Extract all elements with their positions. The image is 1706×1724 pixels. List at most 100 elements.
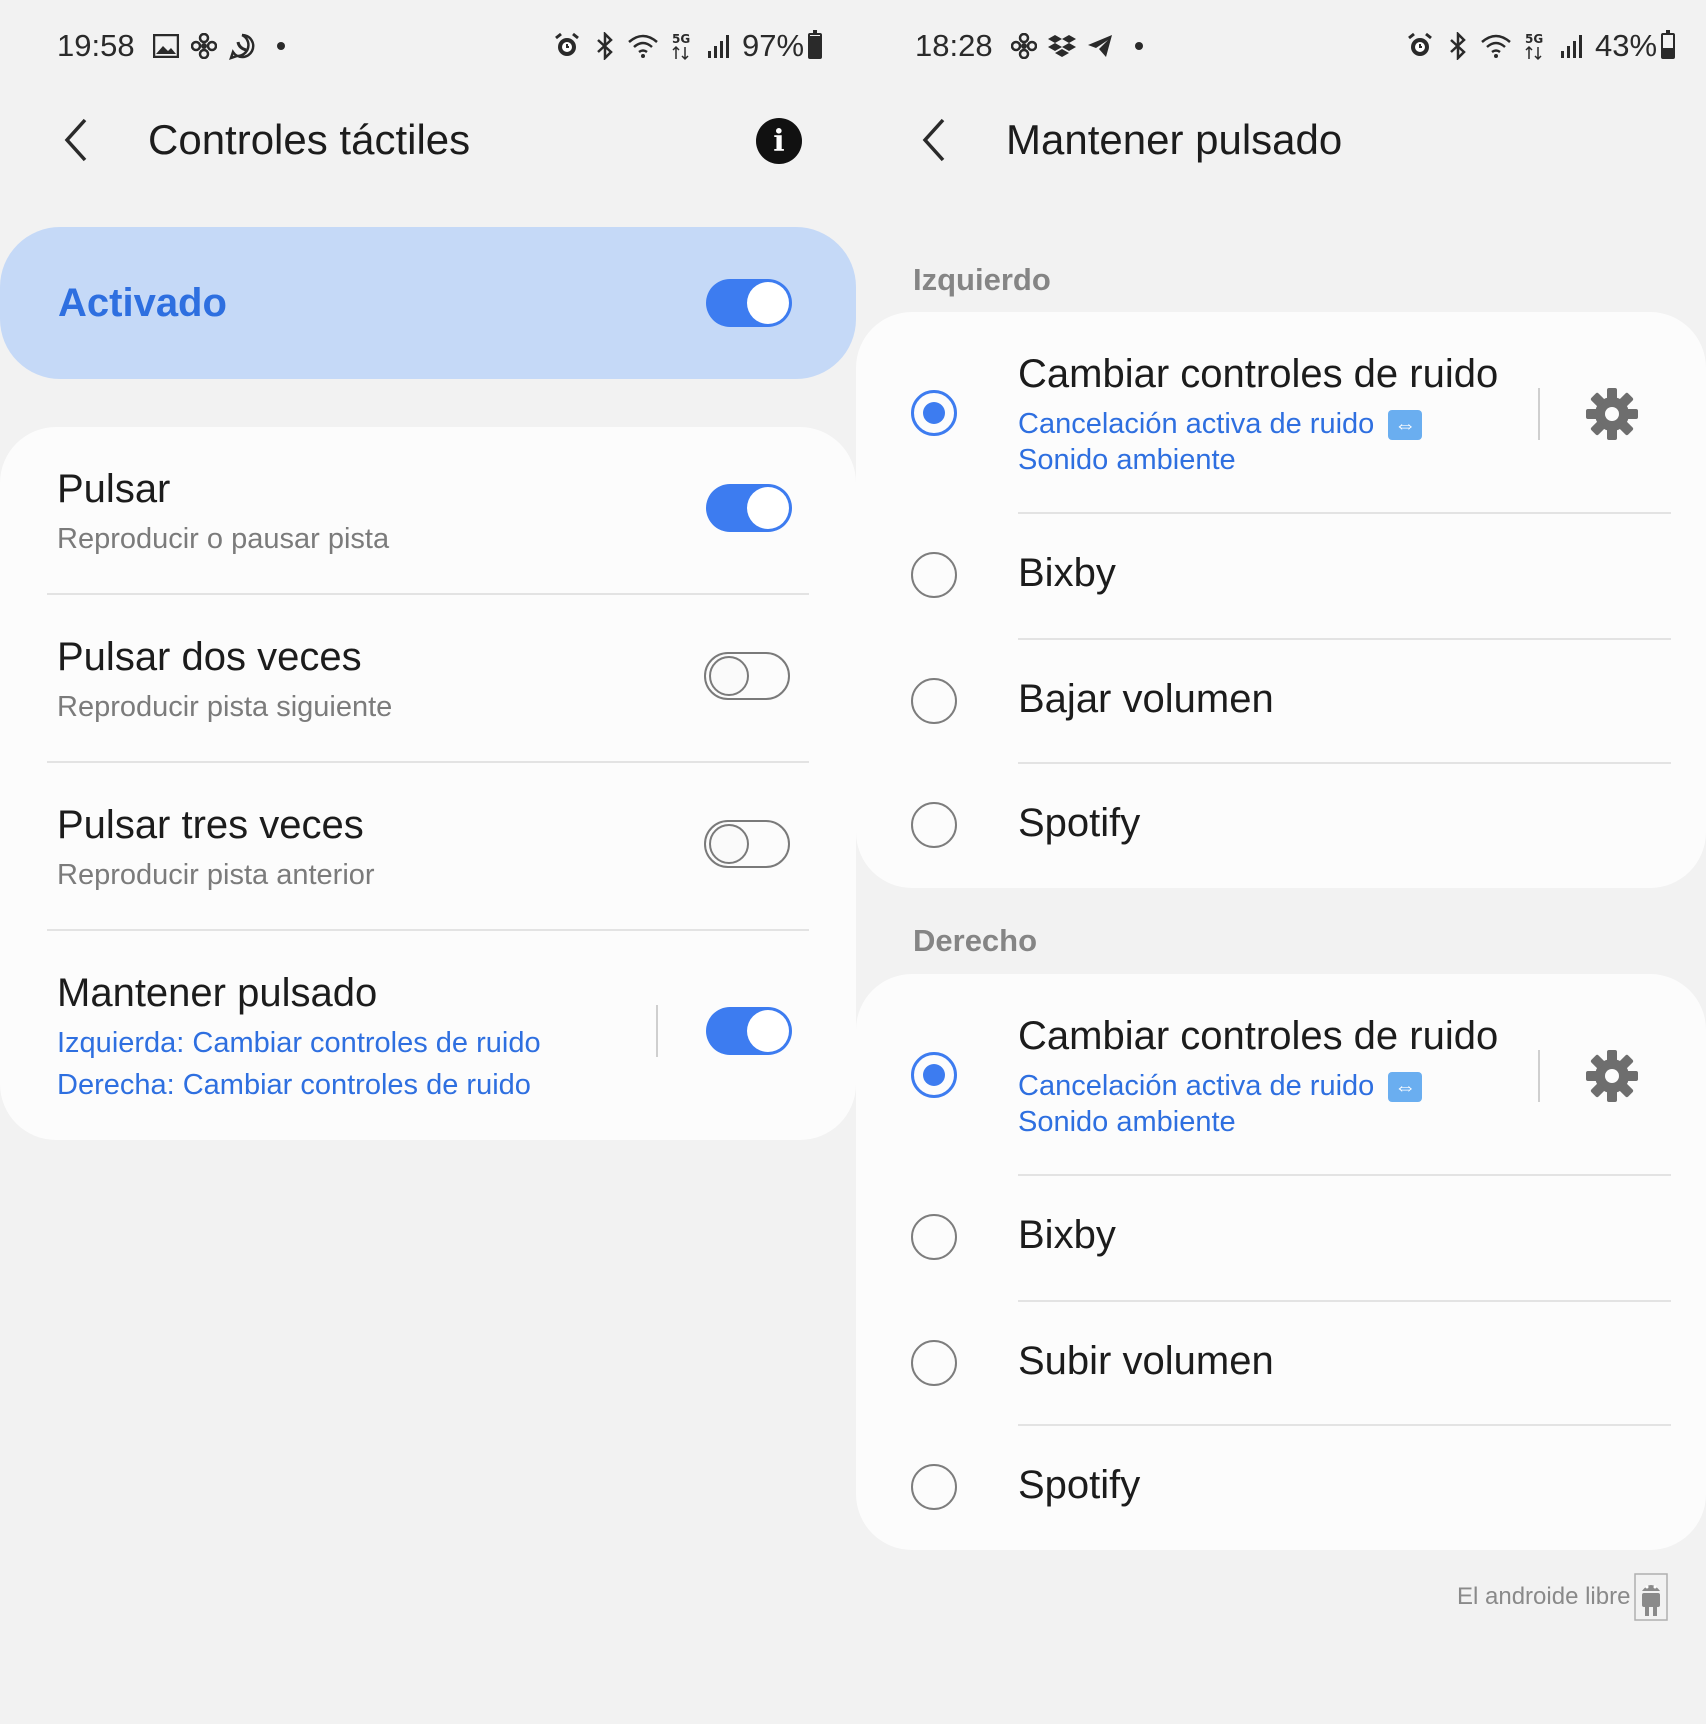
signal-icon (1555, 29, 1589, 63)
item-title: Pulsar dos veces (57, 635, 362, 679)
bluetooth-icon (1441, 29, 1475, 63)
option-sub1: Cancelación activa de ruido (1018, 1070, 1375, 1102)
battery-icon (808, 30, 823, 59)
back-button[interactable] (914, 115, 954, 165)
radio-button[interactable] (911, 678, 957, 724)
item-subtitle: Reproducir pista anterior (57, 859, 375, 891)
radio-button[interactable] (911, 802, 957, 848)
chevron-left-icon (64, 118, 87, 162)
radio-button[interactable] (911, 1464, 957, 1510)
back-button[interactable] (56, 115, 96, 165)
left-screen: 19:58 5G 97% Controles táctiles i Activa… (0, 0, 856, 1724)
gear-icon[interactable] (1584, 386, 1640, 442)
options-card-izquierdo: Cambiar controles de ruido Cancelación a… (856, 312, 1706, 888)
option-sub2: Sonido ambiente (1018, 444, 1236, 476)
touch-controls-card: Pulsar Reproducir o pausar pista Pulsar … (0, 427, 856, 1140)
status-bar-right-icons: 5G 43% (1399, 26, 1676, 66)
alarm-icon (1403, 29, 1437, 63)
toggle-mantener-pulsado[interactable] (706, 1007, 792, 1055)
option-cambiar-controles-der[interactable]: Cambiar controles de ruido Cancelación a… (856, 974, 1706, 1174)
option-bixby-der[interactable]: Bixby (856, 1176, 1706, 1300)
toggle-pulsar-dos-veces[interactable] (704, 652, 790, 700)
option-detail: Cancelación activa de ruido ⇔ (1018, 1070, 1423, 1103)
option-title: Bixby (1018, 1213, 1116, 1257)
item-detail-left: Izquierda: Cambiar controles de ruido (57, 1027, 541, 1059)
option-cambiar-controles-izq[interactable]: Cambiar controles de ruido Cancelación a… (856, 312, 1706, 512)
bluetooth-icon (588, 29, 622, 63)
status-bar-left-icons: 5G 97% (546, 26, 823, 66)
notification-dot (276, 42, 285, 50)
options-card-derecho: Cambiar controles de ruido Cancelación a… (856, 974, 1706, 1550)
notification-dot (1134, 42, 1143, 50)
5g-icon: 5G (1517, 29, 1551, 63)
toggle-pulsar-tres-veces[interactable] (704, 820, 790, 868)
item-subtitle: Reproducir pista siguiente (57, 691, 393, 723)
chevron-left-icon (922, 118, 945, 162)
vertical-separator (656, 1005, 658, 1057)
master-switch-label: Activado (58, 280, 227, 325)
status-bar-right: 18:28 (915, 26, 1143, 66)
option-bajar-volumen[interactable]: Bajar volumen (856, 640, 1706, 764)
option-title: Spotify (1018, 1463, 1141, 1507)
gear-icon[interactable] (1584, 1048, 1640, 1104)
info-button[interactable]: i (756, 118, 802, 164)
svg-text:5G: 5G (1525, 32, 1543, 46)
item-subtitle: Reproducir o pausar pista (57, 523, 390, 555)
toggle-pulsar[interactable] (706, 484, 792, 532)
item-title: Pulsar (57, 467, 171, 511)
radio-button[interactable] (911, 552, 957, 598)
watermark: El androide libre (1457, 1573, 1669, 1621)
list-item-mantener-pulsado[interactable]: Mantener pulsado Izquierda: Cambiar cont… (0, 931, 856, 1140)
option-spotify-izq[interactable]: Spotify (856, 764, 1706, 888)
telegram-icon (1083, 29, 1117, 63)
fan-icon (187, 29, 221, 63)
whatsapp-icon (225, 29, 259, 63)
option-detail: Cancelación activa de ruido ⇔ (1018, 408, 1423, 441)
item-title: Mantener pulsado (57, 971, 378, 1015)
radio-button[interactable] (911, 1214, 957, 1260)
option-sub1: Cancelación activa de ruido (1018, 408, 1375, 440)
app-bar-left: Controles táctiles (56, 100, 470, 180)
5g-icon: 5G (664, 29, 698, 63)
list-item-pulsar[interactable]: Pulsar Reproducir o pausar pista (0, 427, 856, 595)
item-detail-right: Derecha: Cambiar controles de ruido (57, 1069, 531, 1101)
option-title: Bajar volumen (1018, 677, 1274, 721)
option-title: Spotify (1018, 801, 1141, 845)
status-bar-left: 19:58 (57, 26, 285, 66)
gallery-icon (149, 29, 183, 63)
swap-arrows-icon: ⇔ (1388, 410, 1423, 441)
right-screen: 18:28 5G 43% Mantener pulsado Izquierdo … (856, 0, 1706, 1724)
vertical-separator (1538, 1050, 1540, 1102)
list-item-pulsar-tres-veces[interactable]: Pulsar tres veces Reproducir pista anter… (0, 763, 856, 931)
option-sub2: Sonido ambiente (1018, 1106, 1236, 1138)
option-bixby-izq[interactable]: Bixby (856, 514, 1706, 638)
vertical-separator (1538, 388, 1540, 440)
option-title: Cambiar controles de ruido (1018, 1014, 1499, 1058)
battery-percent: 97% (742, 28, 805, 63)
option-title: Cambiar controles de ruido (1018, 352, 1499, 396)
svg-text:5G: 5G (672, 32, 690, 46)
dropbox-icon (1045, 29, 1079, 63)
fan-icon (1007, 29, 1041, 63)
list-item-pulsar-dos-veces[interactable]: Pulsar dos veces Reproducir pista siguie… (0, 595, 856, 763)
page-title: Mantener pulsado (1006, 116, 1343, 163)
option-title: Bixby (1018, 551, 1116, 595)
status-time: 18:28 (915, 28, 993, 63)
wifi-icon (626, 29, 660, 63)
section-label-izquierdo: Izquierdo (913, 262, 1051, 297)
battery-icon (1661, 30, 1676, 59)
master-switch-row[interactable]: Activado (0, 227, 856, 379)
watermark-text: El androide libre (1457, 1583, 1631, 1610)
master-toggle[interactable] (706, 279, 792, 327)
option-subir-volumen[interactable]: Subir volumen (856, 1302, 1706, 1426)
swap-arrows-icon: ⇔ (1388, 1072, 1423, 1103)
wifi-icon (1479, 29, 1513, 63)
app-bar-right: Mantener pulsado (914, 100, 1342, 180)
radio-button[interactable] (911, 1340, 957, 1386)
status-time: 19:58 (57, 28, 135, 63)
android-logo-icon (1634, 1573, 1669, 1621)
radio-button[interactable] (911, 390, 957, 436)
signal-icon (702, 29, 736, 63)
option-spotify-der[interactable]: Spotify (856, 1426, 1706, 1550)
radio-button[interactable] (911, 1052, 957, 1098)
